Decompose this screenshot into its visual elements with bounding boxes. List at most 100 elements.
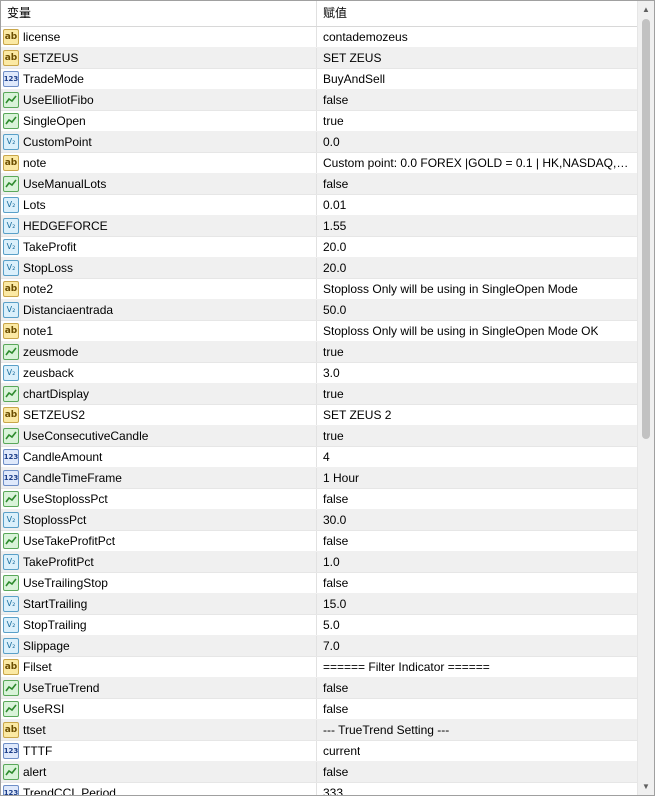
variable-value[interactable]: false [323, 765, 348, 779]
table-row[interactable]: V₂ CustomPoint 0.0 [1, 132, 637, 153]
variable-value[interactable]: 333 [323, 786, 343, 795]
value-cell[interactable]: ====== Filter Indicator ====== [317, 657, 637, 677]
variable-value[interactable]: 1.0 [323, 555, 340, 569]
table-row[interactable]: V₂ TakeProfit 20.0 [1, 237, 637, 258]
table-row[interactable]: 123 CandleAmount 4 [1, 447, 637, 468]
value-cell[interactable]: true [317, 342, 637, 362]
variable-value[interactable]: BuyAndSell [323, 72, 385, 86]
variable-value[interactable]: ====== Filter Indicator ====== [323, 660, 490, 674]
table-row[interactable]: V₂ StoplossPct 30.0 [1, 510, 637, 531]
value-cell[interactable]: contademozeus [317, 27, 637, 47]
variable-value[interactable]: --- TrueTrend Setting --- [323, 723, 449, 737]
value-cell[interactable]: true [317, 384, 637, 404]
variable-value[interactable]: 20.0 [323, 240, 346, 254]
table-row[interactable]: ab SETZEUS SET ZEUS [1, 48, 637, 69]
table-row[interactable]: V₂ TakeProfitPct 1.0 [1, 552, 637, 573]
value-cell[interactable]: false [317, 699, 637, 719]
value-cell[interactable]: 1.55 [317, 216, 637, 236]
variable-value[interactable]: 20.0 [323, 261, 346, 275]
table-row[interactable]: zeusmode true [1, 342, 637, 363]
value-cell[interactable]: 50.0 [317, 300, 637, 320]
table-row[interactable]: ab Filset ====== Filter Indicator ====== [1, 657, 637, 678]
column-header-variable[interactable]: 变量 [1, 1, 317, 26]
value-cell[interactable]: Stoploss Only will be using in SingleOpe… [317, 279, 637, 299]
table-row[interactable]: V₂ StopLoss 20.0 [1, 258, 637, 279]
value-cell[interactable]: 30.0 [317, 510, 637, 530]
table-row[interactable]: ab note1 Stoploss Only will be using in Si… [1, 321, 637, 342]
table-row[interactable]: chartDisplay true [1, 384, 637, 405]
variable-value[interactable]: SET ZEUS [323, 51, 381, 65]
variable-value[interactable]: true [323, 387, 344, 401]
table-row[interactable]: ab license contademozeus [1, 27, 637, 48]
variable-value[interactable]: true [323, 345, 344, 359]
value-cell[interactable]: 333 [317, 783, 637, 795]
value-cell[interactable]: 1 Hour [317, 468, 637, 488]
value-cell[interactable]: 0.01 [317, 195, 637, 215]
value-cell[interactable]: Stoploss Only will be using in SingleOpe… [317, 321, 637, 341]
table-row[interactable]: UseTakeProfitPct false [1, 531, 637, 552]
value-cell[interactable]: true [317, 426, 637, 446]
value-cell[interactable]: 0.0 [317, 132, 637, 152]
value-cell[interactable]: SET ZEUS 2 [317, 405, 637, 425]
variable-value[interactable]: 15.0 [323, 597, 346, 611]
variable-value[interactable]: false [323, 534, 348, 548]
table-row[interactable]: 123 TTTF current [1, 741, 637, 762]
variable-value[interactable]: current [323, 744, 360, 758]
table-row[interactable]: V₂ StartTrailing 15.0 [1, 594, 637, 615]
value-cell[interactable]: BuyAndSell [317, 69, 637, 89]
scroll-down-arrow-icon[interactable]: ▼ [638, 778, 654, 795]
table-row[interactable]: UseStoplossPct false [1, 489, 637, 510]
value-cell[interactable]: true [317, 111, 637, 131]
table-row[interactable]: V₂ Slippage 7.0 [1, 636, 637, 657]
table-row[interactable]: UseTrueTrend false [1, 678, 637, 699]
variable-value[interactable]: true [323, 114, 344, 128]
variable-value[interactable]: 50.0 [323, 303, 346, 317]
value-cell[interactable]: current [317, 741, 637, 761]
value-cell[interactable]: false [317, 489, 637, 509]
value-cell[interactable]: false [317, 174, 637, 194]
table-row[interactable]: ab ttset --- TrueTrend Setting --- [1, 720, 637, 741]
value-cell[interactable]: 7.0 [317, 636, 637, 656]
variable-value[interactable]: 30.0 [323, 513, 346, 527]
value-cell[interactable]: 20.0 [317, 237, 637, 257]
scroll-up-arrow-icon[interactable]: ▲ [638, 1, 654, 18]
table-row[interactable]: 123 TrendCCI_Period 333 [1, 783, 637, 795]
value-cell[interactable]: 4 [317, 447, 637, 467]
variable-value[interactable]: Stoploss Only will be using in SingleOpe… [323, 324, 598, 338]
table-row[interactable]: V₂ StopTrailing 5.0 [1, 615, 637, 636]
vertical-scrollbar[interactable]: ▲ ▼ [637, 1, 654, 795]
table-row[interactable]: V₂ zeusback 3.0 [1, 363, 637, 384]
value-cell[interactable]: 15.0 [317, 594, 637, 614]
table-row[interactable]: V₂ Distanciaentrada 50.0 [1, 300, 637, 321]
variable-value[interactable]: false [323, 177, 348, 191]
column-header-value[interactable]: 赋值 [317, 1, 637, 26]
table-row[interactable]: UseRSI false [1, 699, 637, 720]
value-cell[interactable]: 1.0 [317, 552, 637, 572]
value-cell[interactable]: false [317, 531, 637, 551]
table-row[interactable]: alert false [1, 762, 637, 783]
table-row[interactable]: ab SETZEUS2 SET ZEUS 2 [1, 405, 637, 426]
value-cell[interactable]: false [317, 762, 637, 782]
value-cell[interactable]: Custom point: 0.0 FOREX |GOLD = 0.1 | HK… [317, 153, 637, 173]
table-row[interactable]: SingleOpen true [1, 111, 637, 132]
value-cell[interactable]: SET ZEUS [317, 48, 637, 68]
variable-value[interactable]: contademozeus [323, 30, 408, 44]
value-cell[interactable]: false [317, 678, 637, 698]
variable-value[interactable]: 7.0 [323, 639, 340, 653]
variable-value[interactable]: 4 [323, 450, 330, 464]
table-row[interactable]: UseManualLots false [1, 174, 637, 195]
variable-value[interactable]: 1.55 [323, 219, 346, 233]
table-row[interactable]: UseTrailingStop false [1, 573, 637, 594]
variable-value[interactable]: Custom point: 0.0 FOREX |GOLD = 0.1 | HK… [323, 156, 629, 170]
variable-value[interactable]: false [323, 681, 348, 695]
variable-value[interactable]: false [323, 702, 348, 716]
value-cell[interactable]: false [317, 90, 637, 110]
variable-value[interactable]: 0.01 [323, 198, 346, 212]
variable-value[interactable]: 1 Hour [323, 471, 359, 485]
table-row[interactable]: UseElliotFibo false [1, 90, 637, 111]
table-row[interactable]: 123 CandleTimeFrame 1 Hour [1, 468, 637, 489]
variable-value[interactable]: false [323, 93, 348, 107]
variable-value[interactable]: SET ZEUS 2 [323, 408, 391, 422]
table-row[interactable]: ab note2 Stoploss Only will be using in Si… [1, 279, 637, 300]
scrollbar-thumb[interactable] [642, 19, 650, 439]
